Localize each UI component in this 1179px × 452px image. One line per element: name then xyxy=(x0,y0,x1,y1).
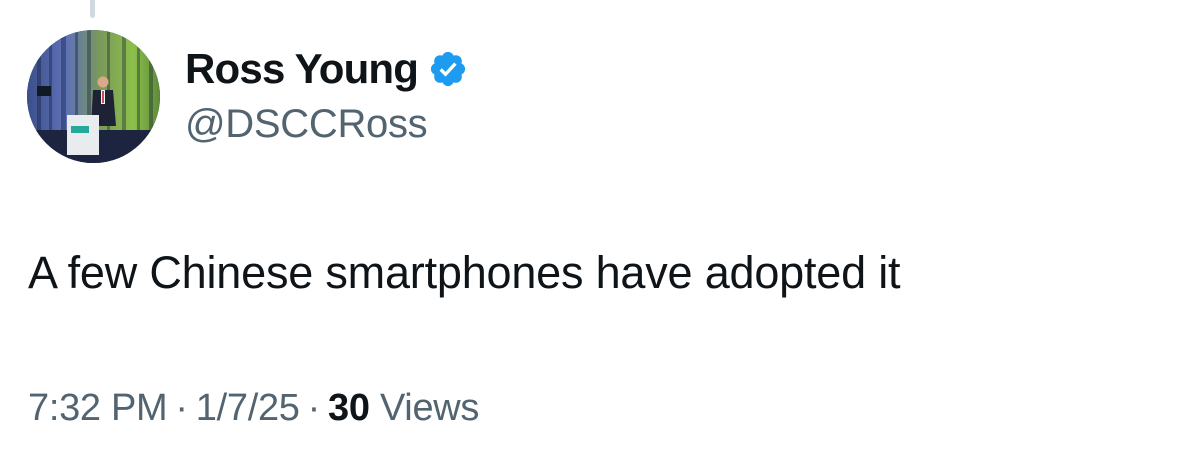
avatar[interactable] xyxy=(27,30,160,163)
thread-connector-line xyxy=(90,0,95,18)
meta-separator: · xyxy=(307,387,321,429)
verified-badge-icon[interactable] xyxy=(428,49,468,89)
author-name-row: Ross Young xyxy=(185,44,468,94)
author-display-name[interactable]: Ross Young xyxy=(185,44,419,94)
avatar-image xyxy=(27,30,160,163)
meta-separator: · xyxy=(175,387,188,429)
author-handle[interactable]: @DSCCRoss xyxy=(185,100,428,148)
tweet-meta: 7:32 PM · 1/7/25 · 30 Views xyxy=(28,385,479,431)
tweet-time[interactable]: 7:32 PM xyxy=(28,387,168,429)
tweet-text: A few Chinese smartphones have adopted i… xyxy=(28,247,901,298)
views-count: 30 xyxy=(328,387,370,429)
views-label: Views xyxy=(379,387,480,429)
tweet-date[interactable]: 1/7/25 xyxy=(196,387,300,429)
